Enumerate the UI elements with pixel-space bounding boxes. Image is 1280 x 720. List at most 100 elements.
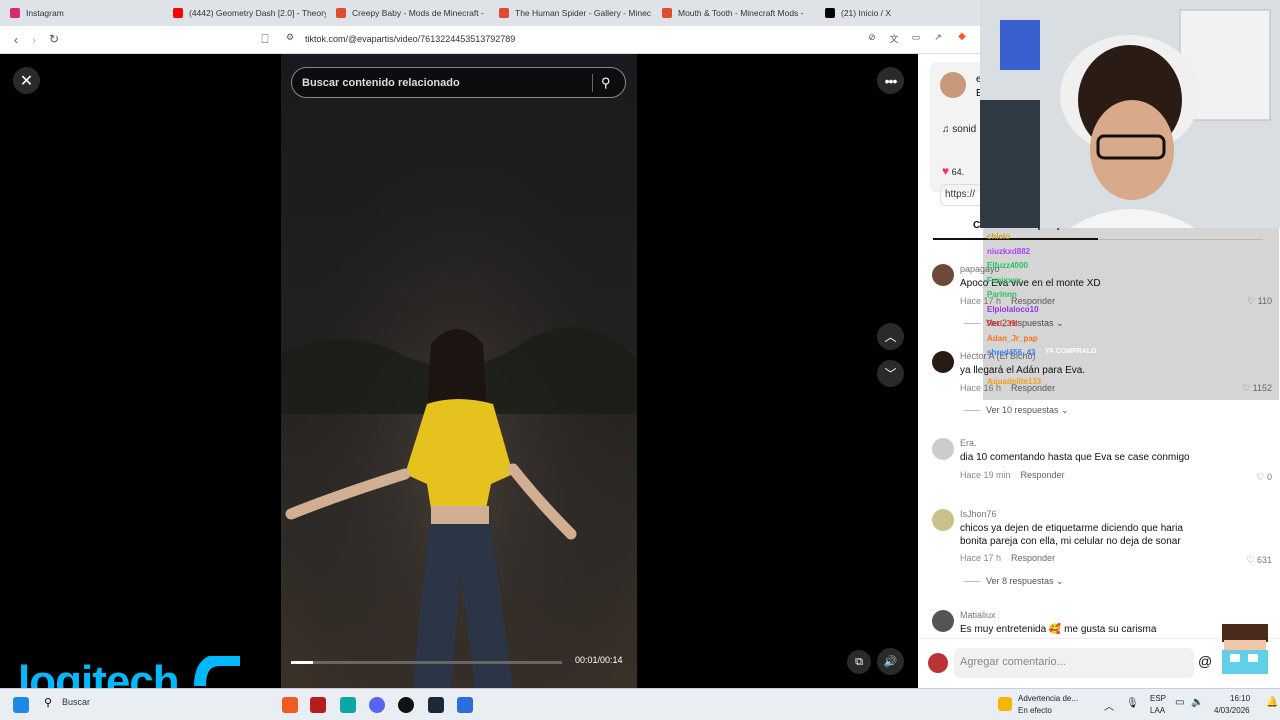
browser-tab[interactable]: The Human Spider - Gallery - Minec [489,0,652,26]
video-progress-bar[interactable] [291,661,562,664]
cast-icon[interactable]: ▭ [906,32,926,43]
notepad-taskbar-icon[interactable] [340,697,356,713]
view-replies-button[interactable]: Ver 8 respuestas ⌄ [964,576,1064,587]
comment-avatar[interactable] [932,438,954,460]
reply-button[interactable]: Responder [1011,553,1055,563]
likes-count: 64. [951,167,965,177]
webcam-image [980,0,1280,228]
chat-message: Red_39l [987,319,1018,328]
comment-like-count: 631 [1256,555,1272,565]
clock-date: 4/03/2026 [1214,706,1250,715]
taskbar: ⚲ Buscar Advertencia de... En efecto ︿ 🎙… [0,688,1280,720]
language-code[interactable]: ESP [1150,694,1166,703]
pixel-avatar-overlay [1222,624,1268,674]
view-replies-label: Ver 10 respuestas [986,405,1059,415]
app-taskbar-icon[interactable] [310,697,326,713]
tab-favicon-icon [336,8,346,18]
webcam-overlay [980,0,1280,228]
tab-label: (21) Inicio / X [841,8,892,18]
volume-button[interactable]: 🔊 [877,648,904,675]
comment-avatar[interactable] [932,610,954,632]
comment-meta: Hace 17 h Responder [960,553,1055,563]
browser-tab[interactable]: Instagram [0,0,163,26]
comment-likes[interactable]: ♡ 631 [1246,555,1272,566]
my-avatar [928,653,948,673]
back-icon[interactable]: ‹ [6,33,26,47]
comment-text: chicos ya dejen de etiquetarme diciendo … [960,523,1183,547]
comment-user[interactable]: Era. [960,438,977,448]
microphone-icon[interactable]: 🎙 [1126,698,1139,709]
extension-icon[interactable]: ⊘ [862,32,882,43]
view-replies-button[interactable]: Ver 10 respuestas ⌄ [964,405,1069,416]
add-comment-input[interactable]: Agregar comentario... [954,648,1194,678]
forward-icon[interactable]: › [24,33,44,47]
taskbar-search-input[interactable]: Buscar [62,697,90,707]
tab-label: Mouth & Tooth - Minecraft Mods - [678,8,804,18]
music-title: sonid [952,124,977,135]
discord-taskbar-icon[interactable] [369,697,385,713]
video-frame-image [281,54,637,688]
comment-meta: Hace 19 min Responder [960,470,1065,480]
reply-button[interactable]: Responder [1021,470,1065,480]
likes-row[interactable]: ♥ 64. [942,164,964,178]
more-options-button[interactable]: ••• [877,67,904,94]
obs-taskbar-icon[interactable] [398,697,414,713]
mention-button[interactable]: @ [1198,653,1212,669]
clock-time[interactable]: 16:10 [1230,694,1250,703]
comment-avatar[interactable] [932,264,954,286]
stream-chat-overlay: chlelo niuzkxd882 Elfuzz4000 Fenixxxx Parinn… [983,228,1279,400]
browser-tab[interactable]: (21) Inicio / X [815,0,972,26]
url-field[interactable]: tiktok.com/@evapartis/video/761322445351… [305,34,515,44]
volume-tray-icon[interactable]: 🔈 [1191,697,1203,708]
tray-expand-icon[interactable]: ︿ [1104,698,1114,713]
chat-message: Elfuzz4000 [987,261,1028,270]
alert-title[interactable]: Advertencia de... [1018,694,1078,703]
previous-video-button[interactable]: ︿ [877,323,904,350]
site-info-icon[interactable]: ⚙ [280,32,300,43]
video-progress-fill [291,661,313,664]
tab-favicon-icon [10,8,20,18]
chat-message: Parinnn [987,290,1017,299]
close-button[interactable]: ✕ [13,67,40,94]
comment-text: Es muy entretenida 🥰 me gusta su carisma [960,624,1157,635]
windows-start-icon[interactable] [13,697,29,713]
music-row[interactable]: ♫ sonid [942,124,976,135]
tab-label: The Human Spider - Gallery - Minec [515,8,652,18]
notification-icon[interactable]: 🔔 [1266,697,1278,708]
comment-likes[interactable]: ♡ 0 [1256,472,1272,483]
browser-tab[interactable]: Creepy Baby - Mods de Minecraft - [326,0,489,26]
brave-taskbar-icon[interactable] [282,697,298,713]
browser-tab[interactable]: (4442) Geometry Dash [2.0] - Theory [163,0,326,26]
floating-player-button[interactable]: ⧉ [847,650,871,674]
translate-icon[interactable]: 文 [884,32,904,45]
comment-user[interactable]: Matialiux [960,610,996,620]
comment-like-count: 0 [1266,472,1272,482]
taskbar-search-icon[interactable]: ⚲ [44,696,52,709]
related-search-box[interactable]: Buscar contenido relacionado ⚲ [291,67,626,98]
steam-taskbar-icon[interactable] [428,697,444,713]
comment-user[interactable]: IsJhon76 [960,509,997,519]
comment-time: Hace 19 min [960,470,1011,480]
share-icon[interactable]: ↗ [928,32,948,43]
reload-icon[interactable]: ↻ [44,32,64,46]
search-icon[interactable]: ⚲ [601,75,625,91]
video-area: ✕ Buscar contenido relacionado ⚲ ••• ︿ ﹀… [0,54,918,688]
music-note-icon: ♫ [942,124,953,135]
tab-favicon-icon [662,8,672,18]
next-video-button[interactable]: ﹀ [877,360,904,387]
comment-avatar[interactable] [932,351,954,373]
bookmark-icon[interactable]: ⎕ [255,32,275,47]
video-player[interactable] [281,54,637,688]
editor-taskbar-icon[interactable] [457,697,473,713]
author-avatar[interactable] [940,72,966,98]
comment-avatar[interactable] [932,509,954,531]
brave-shield-icon[interactable]: ◆ [952,31,972,42]
network-icon[interactable]: ▭ [1175,697,1184,708]
screen: Instagram (4442) Geometry Dash [2.0] - Th… [0,0,1280,720]
chat-message: Aquadelite133 [987,377,1042,386]
browser-tab[interactable]: Mouth & Tooth - Minecraft Mods - [652,0,815,26]
chat-message: YA COMPRALO [1045,348,1097,355]
tab-favicon-icon [499,8,509,18]
view-replies-label: Ver 8 respuestas [986,576,1054,586]
search-divider [592,73,593,92]
